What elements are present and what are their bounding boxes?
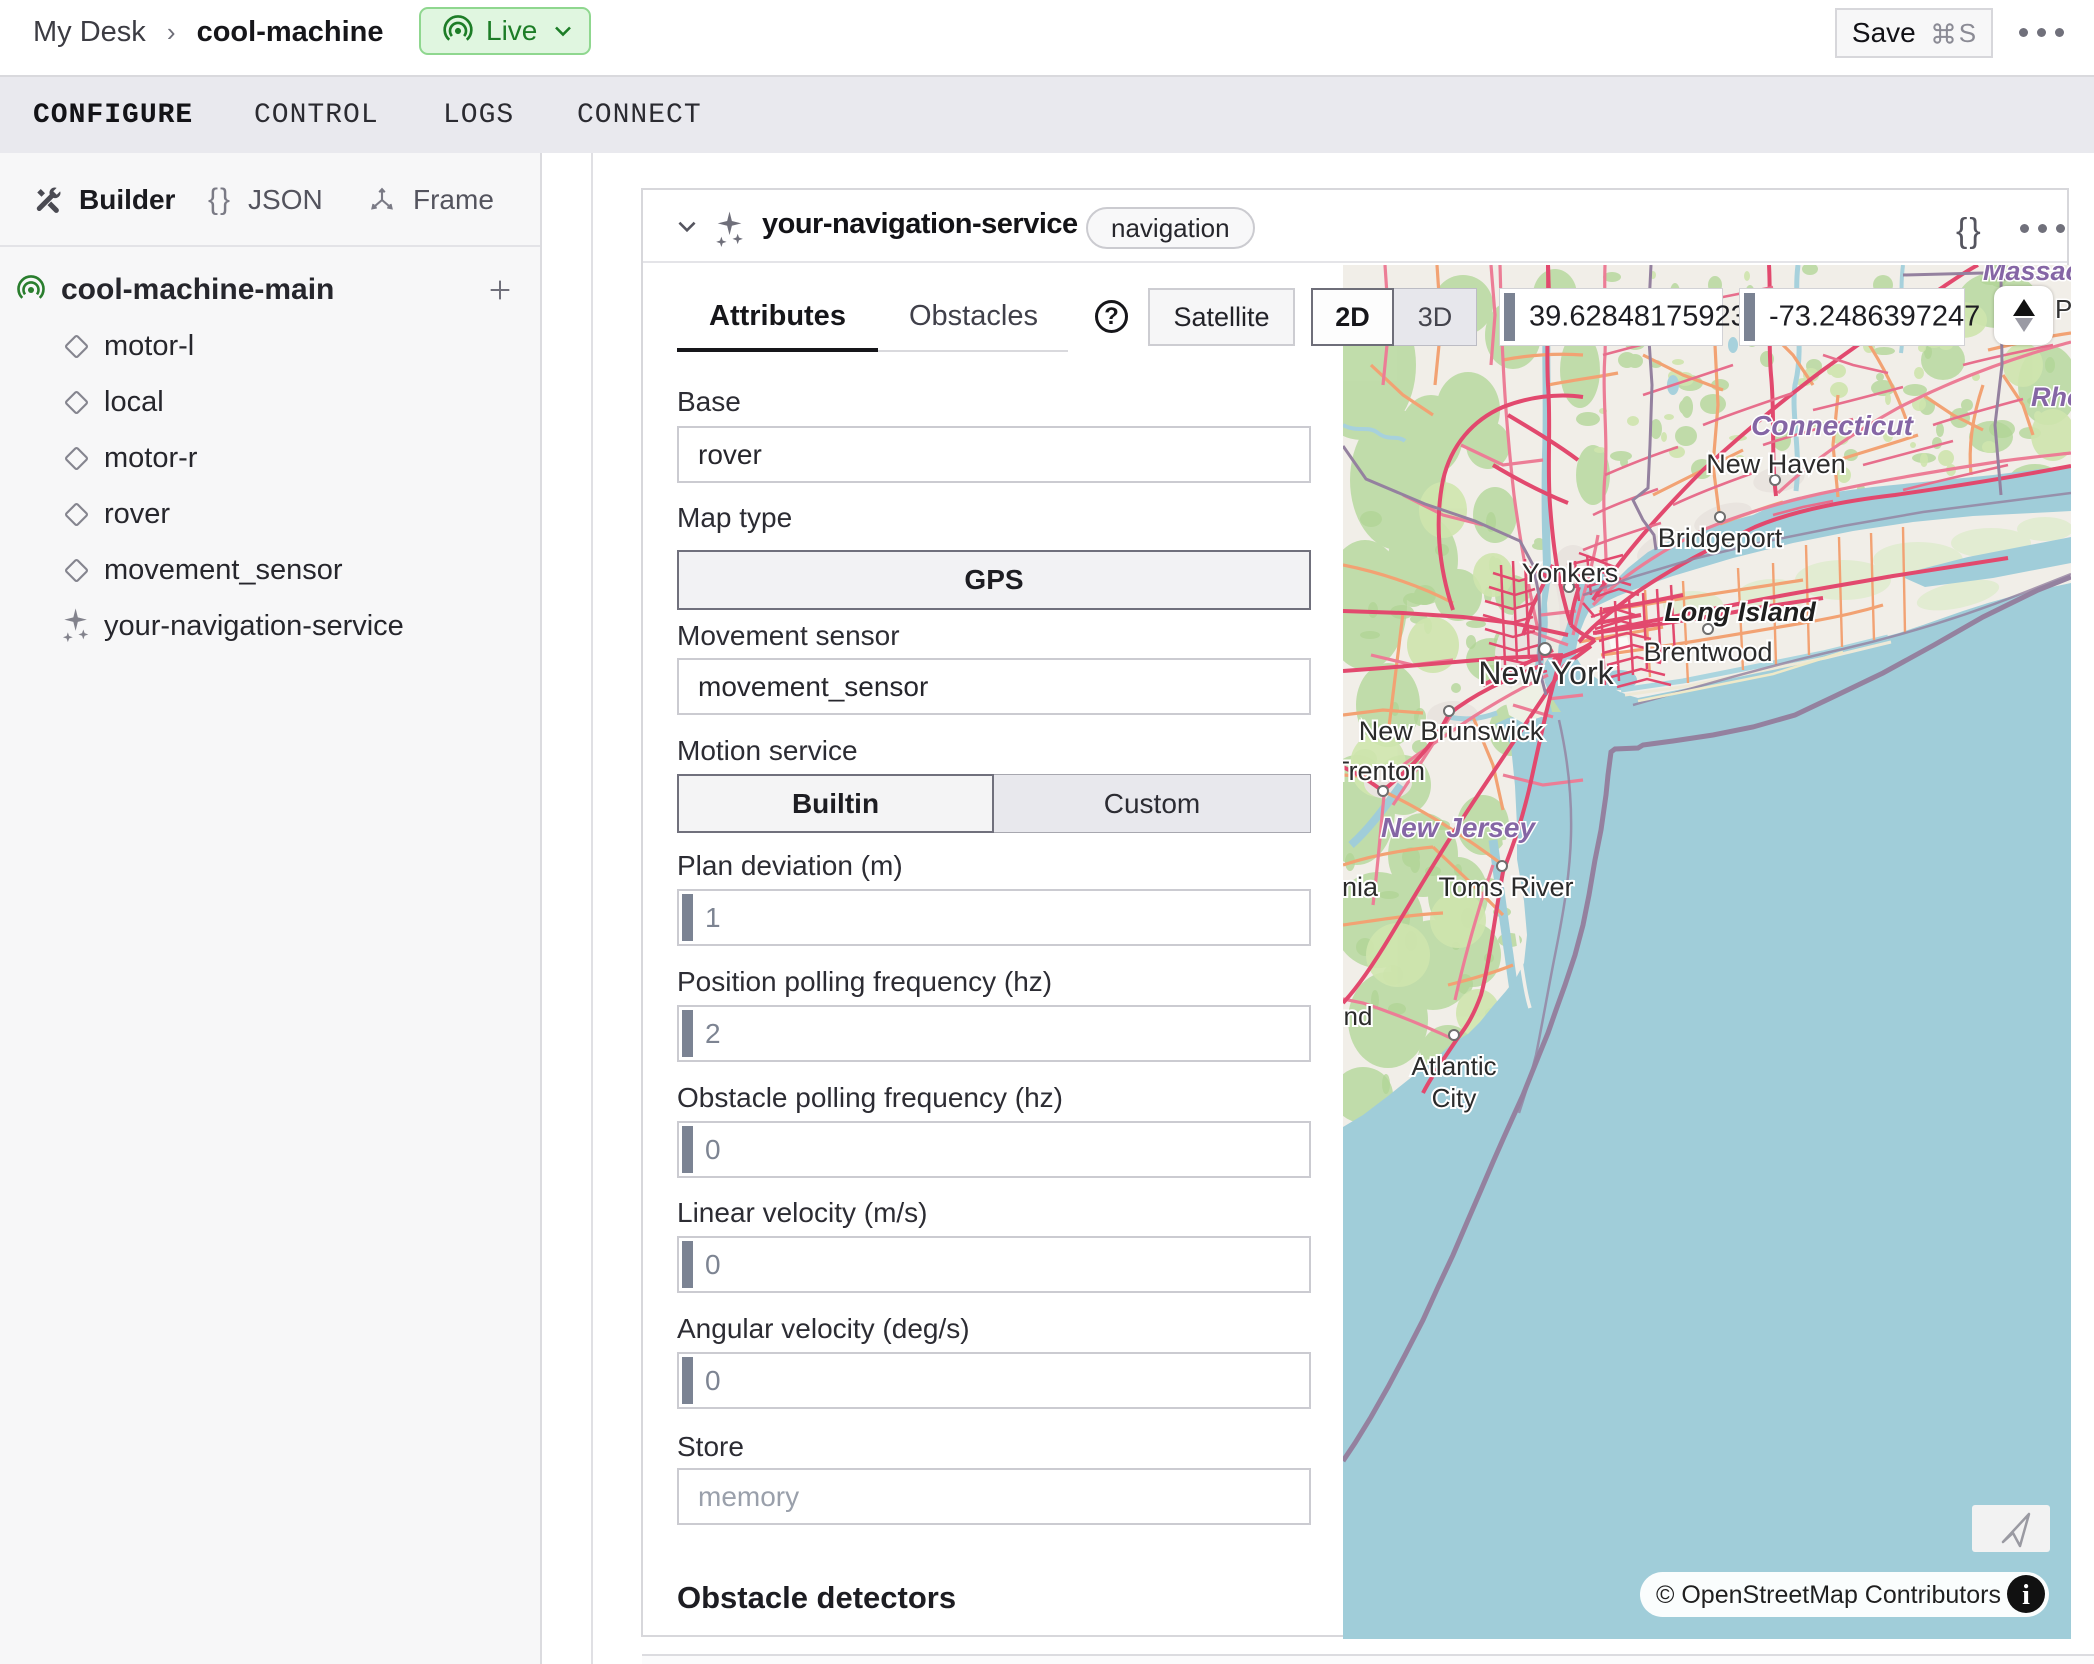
svg-text:Toms River: Toms River (1438, 872, 1573, 902)
svg-text:Connecticut: Connecticut (1751, 410, 1914, 441)
svg-text:New York: New York (1478, 655, 1614, 691)
svg-text:nd: nd (1344, 1001, 1373, 1031)
svg-text:Massachu: Massachu (1983, 265, 2071, 286)
svg-text:Brentwood: Brentwood (1643, 637, 1772, 667)
svg-text:i: i (2022, 1580, 2030, 1611)
svg-text:Pro: Pro (2055, 294, 2071, 324)
svg-text:Atlantic: Atlantic (1411, 1051, 1496, 1081)
svg-text:New Jersey: New Jersey (1381, 812, 1537, 843)
svg-text:Trenton: Trenton (1343, 756, 1425, 786)
svg-text:Rhode: Rhode (2031, 382, 2071, 412)
svg-text:Long Island: Long Island (1664, 597, 1816, 627)
svg-text:Yonkers: Yonkers (1522, 558, 1619, 588)
svg-text:nia: nia (1343, 872, 1379, 902)
svg-text:New Brunswick: New Brunswick (1359, 716, 1544, 746)
svg-text:New Haven: New Haven (1706, 449, 1846, 479)
svg-text:Bridgeport: Bridgeport (1658, 523, 1783, 553)
svg-text:City: City (1432, 1083, 1477, 1113)
svg-text:© OpenStreetMap Contributors: © OpenStreetMap Contributors (1656, 1581, 2001, 1609)
